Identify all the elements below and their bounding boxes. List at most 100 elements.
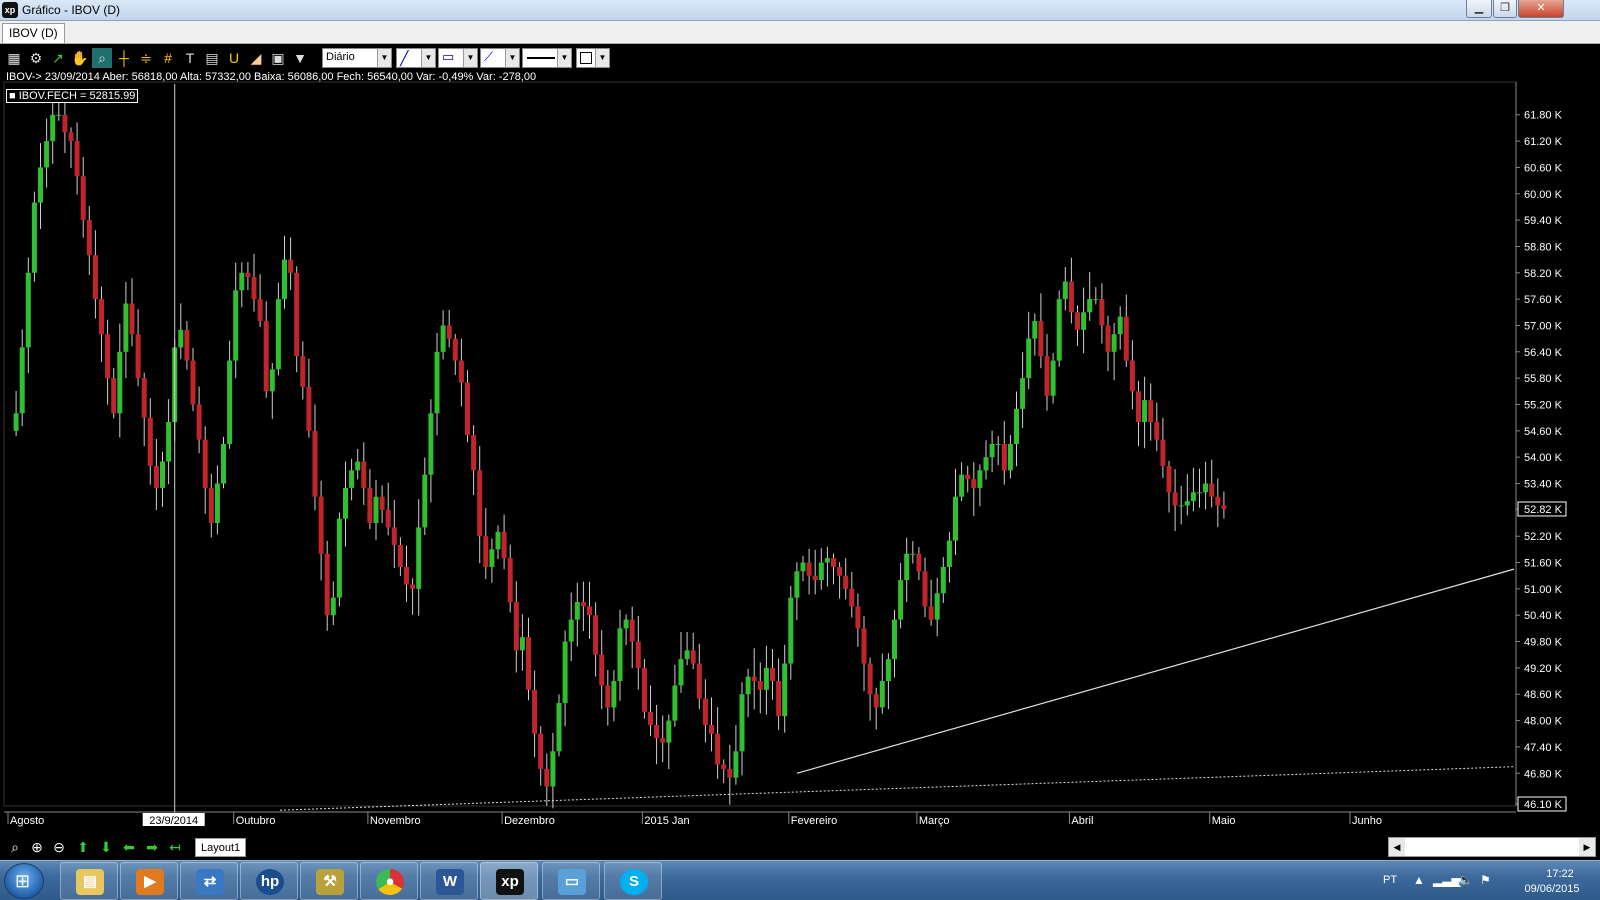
candle-body: [1007, 444, 1013, 471]
candle-body: [336, 518, 342, 598]
gear-icon[interactable]: ⚙: [26, 48, 46, 68]
candle-body: [934, 593, 940, 620]
candle-body: [727, 768, 733, 778]
volume-icon[interactable]: 🔈: [1458, 873, 1473, 887]
horizontal-scrollbar[interactable]: ◀ ▶: [1388, 837, 1596, 857]
candle-body: [1001, 444, 1007, 471]
arrow-left-icon[interactable]: ⬅: [120, 838, 138, 856]
chart-icon[interactable]: ▦: [4, 48, 24, 68]
y-tick-label: 46.80 K: [1524, 768, 1563, 780]
zoom-out-icon[interactable]: ⊖: [50, 838, 68, 856]
zoom-in-icon[interactable]: ⊕: [28, 838, 46, 856]
hand-icon[interactable]: ✋: [70, 48, 90, 68]
folder-icon: ▤: [76, 869, 104, 895]
candle-body: [324, 553, 330, 616]
taskbar-xp[interactable]: xp: [480, 862, 538, 900]
line-style-select[interactable]: ▼: [522, 48, 572, 68]
y-tick-label: 55.20 K: [1524, 399, 1563, 411]
clock-date[interactable]: 09/06/2015: [1515, 883, 1589, 895]
candle-body: [1172, 492, 1178, 506]
y-tick-label: 56.40 K: [1524, 347, 1563, 359]
support-trendline: [796, 568, 1515, 774]
candle-body: [1062, 281, 1068, 300]
taskbar-media-player[interactable]: ▶: [120, 862, 178, 900]
clipboard-icon[interactable]: ▣: [268, 48, 288, 68]
zoom-icon[interactable]: ⌕: [6, 838, 24, 856]
candle-body: [1075, 312, 1080, 330]
signal-icon[interactable]: ▂▃▅: [1433, 873, 1461, 887]
eraser-icon[interactable]: ◢: [246, 48, 266, 68]
candle-body: [831, 558, 836, 567]
arrow-down-icon[interactable]: ⬇: [97, 838, 115, 856]
flag-icon[interactable]: ⚑: [1480, 873, 1491, 887]
taskbar-word[interactable]: W: [420, 862, 478, 900]
taskbar-network[interactable]: ⇄: [180, 862, 238, 900]
candle-body: [946, 540, 952, 567]
taskbar-folder[interactable]: ▤: [60, 862, 118, 900]
clock-time[interactable]: 17:22: [1530, 868, 1590, 880]
candle-body: [288, 259, 294, 273]
candle-body: [221, 444, 226, 484]
candlestick-chart[interactable]: 61.80 K 61.20 K 60.60 K 60.00 K 59.40 K 58.80…: [0, 70, 1600, 836]
chart-toolbar: ▦ ⚙ ↗ ✋ ⌕ ┼ ≑ # T ▤ U ◢ ▣ ▼ Diário ▼ ╱ ▼…: [4, 47, 622, 69]
candle-body: [190, 360, 196, 405]
y-tick-label: 50.40 K: [1524, 610, 1563, 622]
candle-body: [1136, 391, 1141, 423]
y-tick-label: 47.40 K: [1524, 742, 1563, 754]
y-tick-label: 46.10 K: [1524, 799, 1563, 811]
candle-body: [153, 465, 159, 488]
candle-body: [99, 299, 104, 335]
candle-body: [1184, 501, 1190, 506]
zoom-area-icon[interactable]: ⌕: [92, 48, 112, 68]
candle-body: [1032, 321, 1038, 339]
close-button[interactable]: ✕: [1518, 0, 1564, 18]
x-tick-label: Agosto: [10, 815, 44, 827]
magnet-icon[interactable]: U: [224, 48, 244, 68]
shape-tool-select[interactable]: ▭ ▼: [438, 48, 478, 68]
crosshair-icon[interactable]: ┼: [114, 48, 134, 68]
layout-tab[interactable]: Layout1: [195, 838, 247, 857]
scroll-left-icon[interactable]: ◀: [1389, 838, 1405, 856]
text-icon[interactable]: T: [180, 48, 200, 68]
candle-body: [1123, 316, 1129, 361]
candle-body: [788, 597, 794, 664]
taskbar-skype[interactable]: S: [604, 862, 662, 900]
tab-ibov[interactable]: IBOV (D): [2, 23, 65, 43]
candle-body: [446, 325, 452, 339]
candle-body: [373, 496, 379, 524]
candle-body: [824, 558, 830, 563]
taskbar-tool[interactable]: ⚒: [300, 862, 358, 900]
scroll-right-icon[interactable]: ▶: [1579, 838, 1595, 856]
taskbar-hp[interactable]: hp: [240, 862, 298, 900]
y-tick-label: 55.80 K: [1524, 373, 1563, 385]
taskbar-chrome[interactable]: ●: [360, 862, 418, 900]
xp-logo-icon: xp: [2, 2, 18, 18]
fan-tool-select[interactable]: ⟋ ▼: [480, 48, 520, 68]
taskbar-picture[interactable]: ▭: [542, 862, 600, 900]
candle-body: [922, 571, 928, 607]
candle-body: [837, 566, 843, 576]
candle-body: [617, 628, 623, 682]
candle-body: [38, 167, 43, 203]
arrow-back-icon[interactable]: ↤: [166, 838, 184, 856]
candle-body: [428, 413, 434, 475]
x-tick-label: Dezembro: [504, 815, 555, 827]
candle-body: [599, 654, 605, 686]
arrow-up-icon[interactable]: ⬆: [74, 838, 92, 856]
period-select[interactable]: Diário ▼: [322, 48, 392, 68]
fibonacci-icon[interactable]: ≑: [136, 48, 156, 68]
show-hidden-icons-icon[interactable]: ▲: [1413, 873, 1425, 887]
restore-button[interactable]: ❐: [1493, 0, 1517, 18]
grid-icon[interactable]: #: [158, 48, 178, 68]
trend-icon[interactable]: ↗: [48, 48, 68, 68]
start-button[interactable]: ⊞: [4, 863, 44, 899]
language-indicator[interactable]: PT: [1383, 874, 1397, 886]
calculator-icon[interactable]: ▤: [202, 48, 222, 68]
line-tool-select[interactable]: ╱ ▼: [396, 48, 436, 68]
filter-icon[interactable]: ▼: [290, 48, 310, 68]
color-select[interactable]: ▼: [576, 48, 610, 68]
candle-body: [74, 141, 80, 177]
arrow-right-icon[interactable]: ➡: [143, 838, 161, 856]
candle-body: [1190, 492, 1196, 502]
minimize-button[interactable]: ▁: [1466, 0, 1492, 18]
